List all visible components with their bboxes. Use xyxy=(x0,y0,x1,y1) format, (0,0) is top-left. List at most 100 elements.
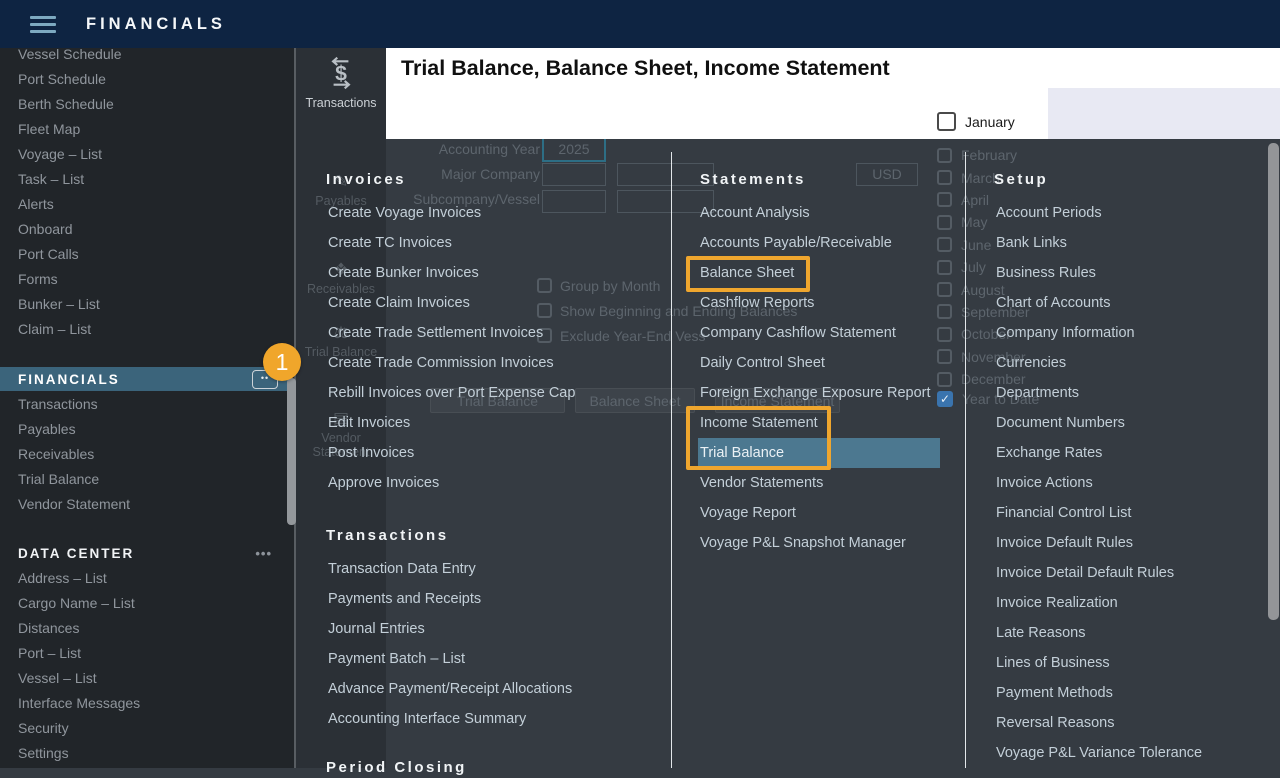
sidebar-item[interactable]: Onboard xyxy=(0,217,296,242)
menu-item[interactable]: Exchange Rates xyxy=(994,438,1274,468)
sidebar-item[interactable]: Voyage – List xyxy=(0,142,296,167)
sidebar-item-label: Fleet Map xyxy=(18,121,80,137)
menu-item-label: Create Voyage Invoices xyxy=(328,205,481,221)
menu-item[interactable]: Bank Links xyxy=(994,228,1274,258)
menu-item-label: Lines of Business xyxy=(996,655,1110,671)
menu-icon[interactable] xyxy=(30,12,56,37)
column-divider xyxy=(965,152,966,768)
menu-heading-period-closing: Period Closing xyxy=(326,758,467,778)
menu-item[interactable]: Create Voyage Invoices xyxy=(326,198,676,228)
sidebar-item[interactable]: Address – List xyxy=(0,566,296,591)
menu-item-label: Invoice Actions xyxy=(996,475,1093,491)
menu-item[interactable]: Create TC Invoices xyxy=(326,228,676,258)
sidebar-section-financials[interactable]: FINANCIALS •• xyxy=(0,367,288,391)
menu-item[interactable]: Payment Methods xyxy=(994,678,1274,708)
sidebar-item[interactable]: Berth Schedule xyxy=(0,92,296,117)
menu-item[interactable]: Reversal Reasons xyxy=(994,708,1274,738)
menu-item-label: Business Rules xyxy=(996,265,1096,281)
menu-item[interactable]: Company Cashflow Statement xyxy=(698,318,940,348)
sidebar-item[interactable]: Security xyxy=(0,716,296,741)
menu-column-statements: Account AnalysisAccounts Payable/Receiva… xyxy=(698,198,940,558)
sidebar-item[interactable]: Bunker – List xyxy=(0,292,296,317)
menu-item[interactable]: Invoice Detail Default Rules xyxy=(994,558,1274,588)
menu-item[interactable]: Lines of Business xyxy=(994,648,1274,678)
menu-item[interactable]: Invoice Realization xyxy=(994,588,1274,618)
menu-item[interactable]: Approve Invoices xyxy=(326,468,676,498)
sidebar-item[interactable]: Vessel – List xyxy=(0,666,296,691)
menu-item[interactable]: Foreign Exchange Exposure Report xyxy=(698,378,940,408)
menu-item[interactable]: Voyage P&L Variance Tolerance xyxy=(994,738,1274,768)
sidebar-item-label: Settings xyxy=(18,745,69,761)
sidebar-item-label: Berth Schedule xyxy=(18,96,114,112)
sidebar-item[interactable]: Payables xyxy=(0,417,296,442)
section-label-financials: FINANCIALS xyxy=(0,372,252,387)
menu-item[interactable]: Create Trade Settlement Invoices xyxy=(326,318,676,348)
sidebar-item[interactable]: Claim – List xyxy=(0,317,296,342)
menu-item[interactable]: Financial Control List xyxy=(994,498,1274,528)
menu-item[interactable]: Accounts Payable/Receivable xyxy=(698,228,940,258)
sidebar-item[interactable]: Trial Balance xyxy=(0,467,296,492)
sidebar-item[interactable]: Alerts xyxy=(0,192,296,217)
sidebar-item[interactable]: Receivables xyxy=(0,442,296,467)
menu-item-label: Account Periods xyxy=(996,205,1102,221)
sidebar-item[interactable]: Port – List xyxy=(0,641,296,666)
sidebar-item[interactable]: Vendor Statement xyxy=(0,492,296,517)
sidebar-item[interactable]: Forms xyxy=(0,267,296,292)
menu-item[interactable]: Account Analysis xyxy=(698,198,940,228)
menu-item[interactable]: Voyage Report xyxy=(698,498,940,528)
page-scrollbar[interactable] xyxy=(1268,143,1279,620)
menu-item[interactable]: Post Invoices xyxy=(326,438,676,468)
sidebar-item[interactable]: Cargo Name – List xyxy=(0,591,296,616)
menu-item[interactable]: Payment Batch – List xyxy=(326,644,676,674)
menu-item[interactable]: Invoice Actions xyxy=(994,468,1274,498)
menu-item[interactable]: Journal Entries xyxy=(326,614,676,644)
menu-item[interactable]: Business Rules xyxy=(994,258,1274,288)
sidebar-item[interactable]: Transactions xyxy=(0,392,296,417)
sidebar-item[interactable]: Distances xyxy=(0,616,296,641)
month-option-ghost: February xyxy=(937,144,1237,166)
menu-item[interactable]: Company Information xyxy=(994,318,1274,348)
menu-item[interactable]: Account Periods xyxy=(994,198,1274,228)
sidebar-item[interactable]: Interface Messages xyxy=(0,691,296,716)
menu-item[interactable]: Departments xyxy=(994,378,1274,408)
rail-item-transactions[interactable]: $ Transactions xyxy=(296,56,386,110)
sidebar-top-list: Vessel SchedulePort Schedule Berth Schedu… xyxy=(0,48,296,342)
sidebar-item[interactable]: Task – List xyxy=(0,167,296,192)
menu-item[interactable]: Chart of Accounts xyxy=(994,288,1274,318)
menu-item[interactable]: Cashflow Reports xyxy=(698,288,940,318)
menu-item[interactable]: Create Claim Invoices xyxy=(326,288,676,318)
sidebar-item-label: Port Calls xyxy=(18,246,79,262)
annotation-step-badge: 1 xyxy=(263,343,301,381)
section-ellipsis-icon[interactable]: ••• xyxy=(255,546,272,561)
menu-item[interactable]: Create Trade Commission Invoices xyxy=(326,348,676,378)
january-checkbox[interactable] xyxy=(937,112,956,131)
menu-item[interactable]: Edit Invoices xyxy=(326,408,676,438)
menu-item[interactable]: Advance Payment/Receipt Allocations xyxy=(326,674,676,704)
top-bar: FINANCIALS xyxy=(0,0,1280,48)
menu-item[interactable]: Accounting Interface Summary xyxy=(326,704,676,734)
sidebar-item[interactable]: Fleet Map xyxy=(0,117,296,142)
menu-item-label: Chart of Accounts xyxy=(996,295,1110,311)
checkbox-icon xyxy=(937,148,952,163)
sidebar-scrollbar[interactable] xyxy=(287,378,296,525)
menu-item[interactable]: Document Numbers xyxy=(994,408,1274,438)
menu-item[interactable]: Payments and Receipts xyxy=(326,584,676,614)
menu-item[interactable]: Create Bunker Invoices xyxy=(326,258,676,288)
menu-item[interactable]: Late Reasons xyxy=(994,618,1274,648)
menu-item[interactable]: Transaction Data Entry xyxy=(326,554,676,584)
sidebar-item-label: Vendor Statement xyxy=(18,496,130,512)
menu-item[interactable]: Currencies xyxy=(994,348,1274,378)
menu-item[interactable]: Invoice Default Rules xyxy=(994,528,1274,558)
menu-item-label: Document Numbers xyxy=(996,415,1125,431)
sidebar-item[interactable]: Port Calls xyxy=(0,242,296,267)
sidebar-item[interactable]: Vessel Schedule xyxy=(0,48,296,67)
sidebar-item[interactable]: Port Schedule xyxy=(0,67,296,92)
menu-item[interactable]: Rebill Invoices over Port Expense Cap xyxy=(326,378,676,408)
sidebar-item-label: Task – List xyxy=(18,171,84,187)
menu-item[interactable]: Daily Control Sheet xyxy=(698,348,940,378)
menu-item[interactable]: Voyage P&L Snapshot Manager xyxy=(698,528,940,558)
menu-item[interactable]: Vendor Statements xyxy=(698,468,940,498)
sidebar-section-data-center[interactable]: DATA CENTER ••• xyxy=(0,541,288,565)
menu-item-label: Invoice Default Rules xyxy=(996,535,1133,551)
sidebar-item[interactable]: Settings xyxy=(0,741,296,766)
